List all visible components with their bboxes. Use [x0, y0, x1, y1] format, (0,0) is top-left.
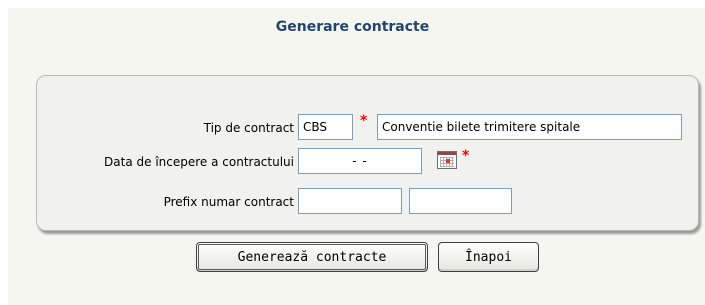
contract-type-label: Tip de contract [203, 121, 294, 135]
contract-type-required-mark: * [360, 113, 368, 129]
start-date-input[interactable]: - - [298, 148, 422, 174]
calendar-icon-today [446, 159, 450, 163]
contract-type-code-input[interactable] [298, 114, 353, 140]
calendar-icon[interactable] [437, 151, 457, 169]
prefix-input-2[interactable] [409, 188, 512, 214]
start-date-label: Data de începere a contractului [104, 155, 294, 169]
back-button[interactable]: Înapoi [438, 242, 539, 272]
page-title: Generare contracte [275, 19, 430, 35]
contract-type-description-input[interactable] [377, 114, 682, 140]
start-date-required-mark: * [462, 148, 470, 164]
calendar-icon-header [438, 152, 456, 155]
prefix-input-1[interactable] [298, 188, 402, 214]
prefix-label: Prefix numar contract [163, 195, 294, 209]
generate-contracts-button[interactable]: Generează contracte [196, 242, 428, 272]
